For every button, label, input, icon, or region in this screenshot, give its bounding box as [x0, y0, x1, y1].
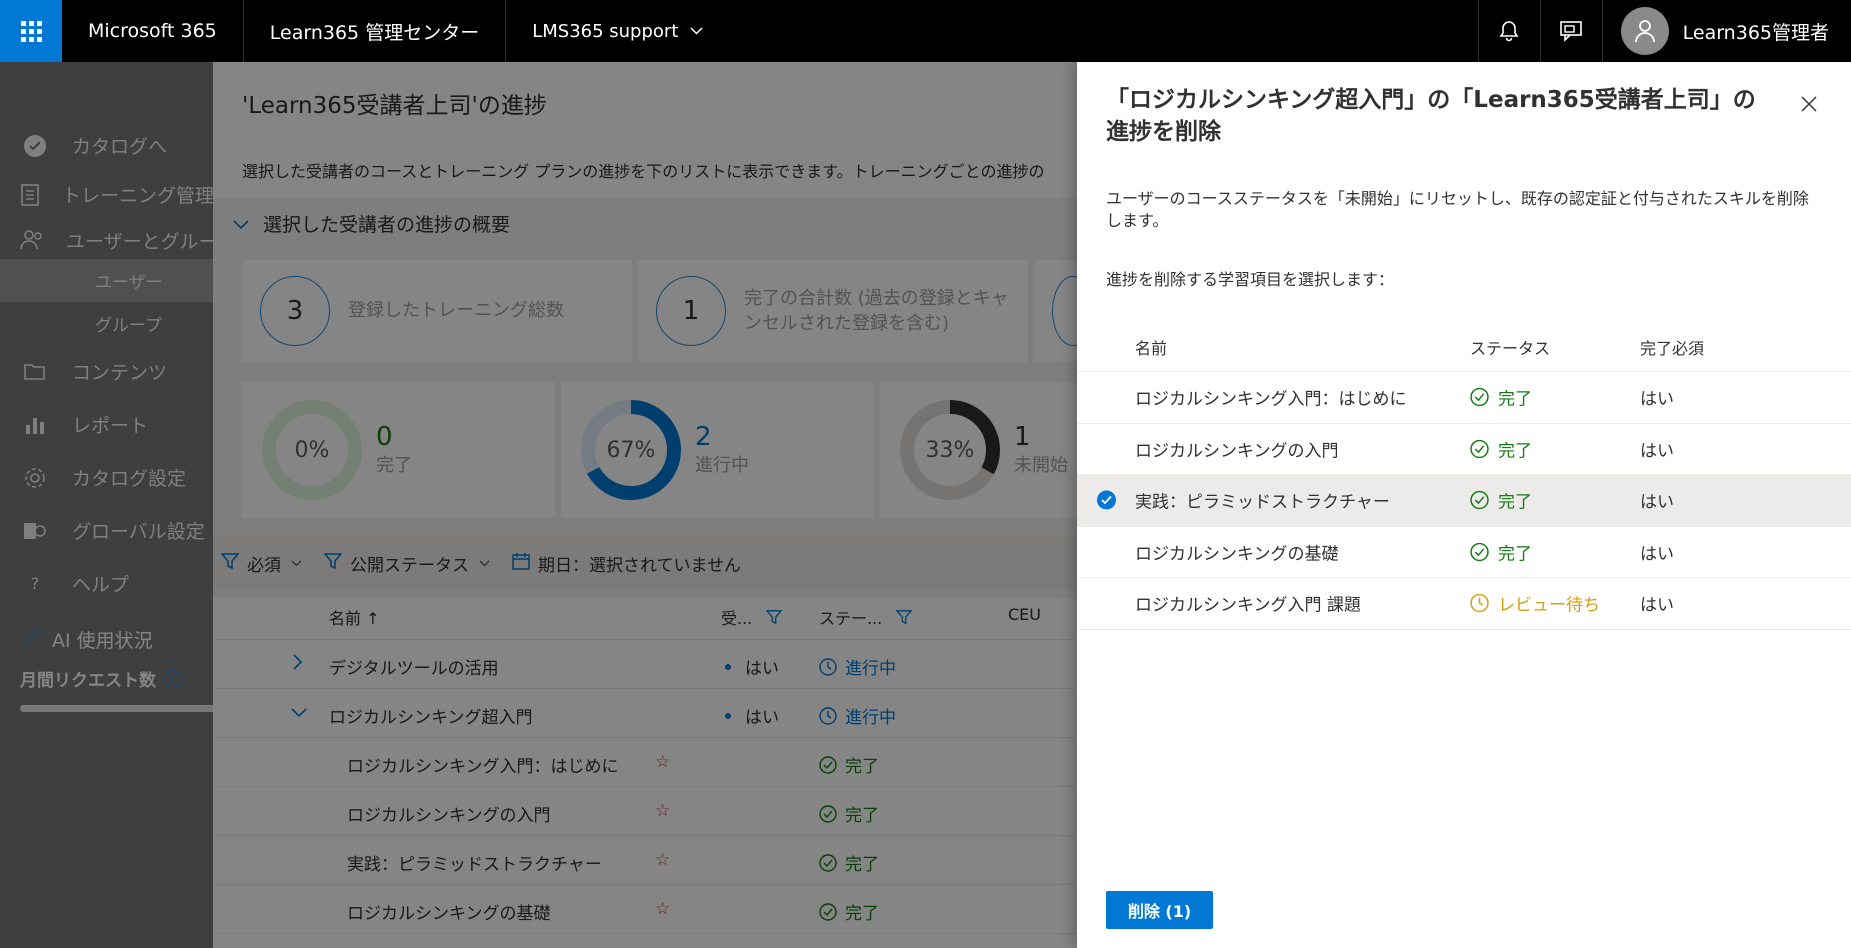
item-required: はい	[1640, 389, 1674, 410]
waffle-icon	[20, 20, 42, 42]
item-status-text: 完了	[1498, 492, 1532, 513]
item-name: ロジカルシンキングの入門	[1135, 441, 1339, 462]
user-menu[interactable]: Learn365管理者	[1601, 0, 1851, 62]
item-name: 実践：ピラミッドストラクチャー	[1135, 492, 1390, 513]
table-row-selected[interactable]: 実践：ピラミッドストラクチャー 完了 はい	[1077, 475, 1851, 527]
table-row[interactable]: ロジカルシンキング入門 課題 レビュー待ち はい	[1077, 578, 1851, 630]
check-circle-icon	[1470, 388, 1489, 407]
check-circle-icon	[1470, 439, 1489, 458]
tenant-selector[interactable]: LMS365 support	[506, 0, 729, 62]
item-name: ロジカルシンキングの基礎	[1135, 544, 1339, 565]
chevron-down-icon	[690, 23, 703, 39]
table-row[interactable]: ロジカルシンキングの入門 完了 はい	[1077, 424, 1851, 475]
item-status: 完了	[1470, 539, 1532, 564]
bell-icon	[1499, 21, 1519, 42]
item-required: はい	[1640, 492, 1674, 513]
panel-prompt: 進捗を削除する学習項目を選択します：	[1106, 270, 1395, 289]
modal-overlay[interactable]	[0, 62, 1077, 948]
item-status-text: レビュー待ち	[1498, 595, 1600, 616]
delete-progress-panel: 「ロジカルシンキング超入門」の「Learn365受講者上司」の進捗を削除 ユーザ…	[1077, 62, 1851, 948]
learning-items-table: 名前 ステータス 完了必須 ロジカルシンキング入門：はじめに 完了 はい ロジカ…	[1077, 322, 1851, 630]
brand-label[interactable]: Microsoft 365	[62, 0, 244, 62]
notifications-button[interactable]	[1477, 0, 1540, 62]
column-status: ステータス	[1470, 338, 1551, 358]
app-launcher-button[interactable]	[0, 0, 62, 62]
item-status: レビュー待ち	[1470, 591, 1600, 616]
item-required: はい	[1640, 544, 1674, 565]
item-name: ロジカルシンキング入門：はじめに	[1135, 389, 1407, 410]
user-name: Learn365管理者	[1682, 21, 1829, 44]
check-circle-icon	[1470, 542, 1489, 561]
feedback-button[interactable]	[1539, 0, 1602, 62]
item-status: 完了	[1470, 436, 1532, 461]
item-name: ロジカルシンキング入門 課題	[1135, 595, 1361, 616]
column-name: 名前	[1135, 338, 1168, 358]
item-status: 完了	[1470, 385, 1532, 410]
feedback-icon	[1560, 21, 1582, 42]
table-row[interactable]: ロジカルシンキングの基礎 完了 はい	[1077, 527, 1851, 578]
item-status-text: 完了	[1498, 389, 1532, 410]
close-icon	[1801, 96, 1817, 112]
top-bar: Microsoft 365 Learn365 管理センター LMS365 sup…	[0, 0, 1851, 62]
tenant-label: LMS365 support	[532, 20, 679, 42]
row-checkbox[interactable]	[1097, 490, 1116, 510]
item-required: はい	[1640, 441, 1674, 462]
delete-button[interactable]: 削除 (1)	[1106, 891, 1213, 929]
item-status-text: 完了	[1498, 441, 1532, 462]
table-row[interactable]: ロジカルシンキング入門：はじめに 完了 はい	[1077, 372, 1851, 424]
avatar	[1620, 7, 1669, 55]
column-required: 完了必須	[1640, 338, 1705, 358]
item-status: 完了	[1470, 488, 1532, 513]
panel-title: 「ロジカルシンキング超入門」の「Learn365受講者上司」の進捗を削除	[1106, 87, 1756, 145]
item-required: はい	[1640, 595, 1674, 616]
clock-icon	[1470, 594, 1489, 613]
checkmark-icon	[1097, 490, 1116, 510]
person-icon	[1634, 20, 1655, 43]
item-status-text: 完了	[1498, 544, 1532, 565]
table-header: 名前 ステータス 完了必須	[1077, 322, 1851, 372]
app-title[interactable]: Learn365 管理センター	[244, 0, 507, 62]
panel-description: ユーザーのコースステータスを「未開始」にリセットし、既存の認定証と付与されたスキ…	[1106, 189, 1809, 230]
close-button[interactable]	[1797, 92, 1821, 116]
check-circle-icon	[1470, 491, 1489, 510]
